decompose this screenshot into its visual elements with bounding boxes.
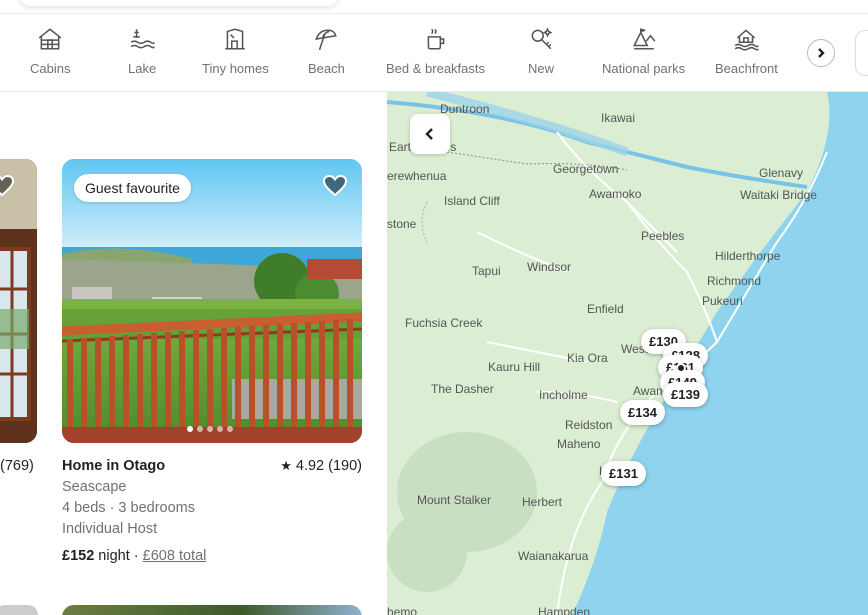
map-place-label: Awamoko (589, 187, 642, 201)
heart-icon[interactable] (0, 175, 14, 197)
map-place-label: Windsor (527, 260, 572, 274)
map-place-label: Richmond (707, 274, 762, 288)
category-bar: Cabins Lake Tiny homes Beach Bed & break… (0, 14, 868, 92)
photo-dot (207, 426, 213, 432)
map-place-label: Duntroon (440, 102, 490, 116)
listing-host: Individual Host (62, 521, 158, 537)
heart-icon[interactable] (323, 175, 347, 197)
coffee-icon (427, 28, 444, 50)
map-place-label: Herbert (522, 495, 563, 509)
map-place-label: Maheno (557, 437, 601, 451)
map-price-pin[interactable]: £139 (663, 382, 708, 407)
category-label: Bed & breakfasts (386, 61, 485, 76)
new-key-icon (531, 27, 553, 50)
national-park-icon (632, 28, 655, 50)
category-national-parks[interactable]: National parks (602, 26, 685, 76)
category-tiny-homes[interactable]: Tiny homes (202, 26, 269, 76)
category-beachfront[interactable]: Beachfront (715, 26, 778, 76)
map-place-label: Hilderthorpe (715, 249, 781, 263)
photo-dot (217, 426, 223, 432)
map-place-label: Waitaki Bridge (740, 188, 817, 202)
category-cabins[interactable]: Cabins (30, 26, 70, 76)
tiny-home-icon (225, 28, 246, 50)
next-listing-photo[interactable] (62, 605, 362, 615)
category-label: Beach (308, 61, 345, 76)
map-place-label: Ikawai (601, 111, 636, 125)
category-lake[interactable]: Lake (128, 26, 156, 76)
map-place-label: Tapui (472, 264, 501, 278)
top-strip (0, 0, 868, 14)
category-label: Cabins (30, 61, 71, 76)
map[interactable]: DuntroonIkawaiEarthquakesGeorgetownGlena… (387, 92, 868, 615)
star-icon: ★ (280, 458, 292, 473)
rating-value: 4.92 (190) (295, 458, 362, 474)
map-place-label: Kia Ora (567, 351, 608, 365)
map-place-label: Enfield (587, 302, 624, 316)
listing-photo[interactable]: Guest favourite (62, 159, 362, 443)
category-beach[interactable]: Beach (308, 26, 345, 76)
map-place-label: Waianakarua (518, 549, 589, 563)
map-place-label: Incholme (539, 388, 588, 402)
collapse-map-button[interactable] (410, 114, 450, 154)
photo-dot (187, 426, 193, 432)
map-place-label: Fuchsia Creek (405, 316, 483, 330)
category-label: Tiny homes (202, 61, 269, 76)
category-next-button[interactable] (807, 39, 835, 67)
photo-dot (227, 426, 233, 432)
map-place-label: stone (387, 217, 417, 231)
price-separator: · (133, 548, 139, 564)
map-place-label: Pukeuri (702, 294, 743, 308)
listing-price: £152 night · £608 total (62, 548, 206, 564)
listing-name: Seascape (62, 479, 127, 495)
category-label: Lake (128, 61, 157, 76)
search-bar-edge[interactable] (20, 0, 338, 6)
map-place-label: Glenavy (759, 166, 804, 180)
category-label: National parks (602, 61, 686, 76)
beachfront-icon (735, 29, 760, 51)
listing-rating: ★ 4.92 (190) (280, 458, 362, 474)
next-listing-photo-partial[interactable] (0, 605, 38, 615)
filters-button[interactable] (855, 30, 868, 76)
interior-photo (0, 159, 37, 443)
map-price-pin[interactable]: £131 (601, 461, 646, 486)
map-place-label: Peebles (641, 229, 685, 243)
current-location-dot (676, 363, 686, 373)
listing-beds: 4 beds · 3 bedrooms (62, 500, 195, 516)
beach-umbrella-icon (315, 29, 338, 51)
listing-rating-partial: (769) (0, 458, 34, 474)
listing-title: Home in Otago (62, 458, 166, 474)
map-price-pin[interactable]: £134 (620, 400, 665, 425)
map-place-label: Georgetown (553, 162, 619, 176)
price-total-link[interactable]: £608 total (143, 548, 207, 564)
price-amount: £152 (62, 548, 95, 564)
cabin-icon (38, 28, 62, 50)
photo-pagination-dots (187, 426, 233, 432)
chevron-right-icon (818, 48, 825, 58)
map-place-label: Kauru Hill (488, 360, 541, 374)
map-place-label: Hampden (538, 605, 591, 615)
chevron-left-icon (425, 128, 433, 140)
category-bed-breakfasts[interactable]: Bed & breakfasts (386, 26, 485, 76)
guest-favourite-badge: Guest favourite (74, 174, 191, 202)
map-place-label: hemo (387, 605, 418, 615)
map-place-label: Reidston (565, 418, 613, 432)
price-unit: night (98, 548, 130, 564)
listing-photo-partial[interactable] (0, 159, 37, 443)
lake-icon (130, 29, 155, 49)
category-label: Beachfront (715, 61, 778, 76)
category-label: New (528, 61, 555, 76)
map-place-label: Island Cliff (444, 194, 500, 208)
map-place-label: erewhenua (387, 169, 447, 183)
map-place-label: The Dasher (431, 382, 494, 396)
map-place-label: Mount Stalker (417, 493, 492, 507)
category-new[interactable]: New (528, 26, 554, 76)
photo-dot (197, 426, 203, 432)
